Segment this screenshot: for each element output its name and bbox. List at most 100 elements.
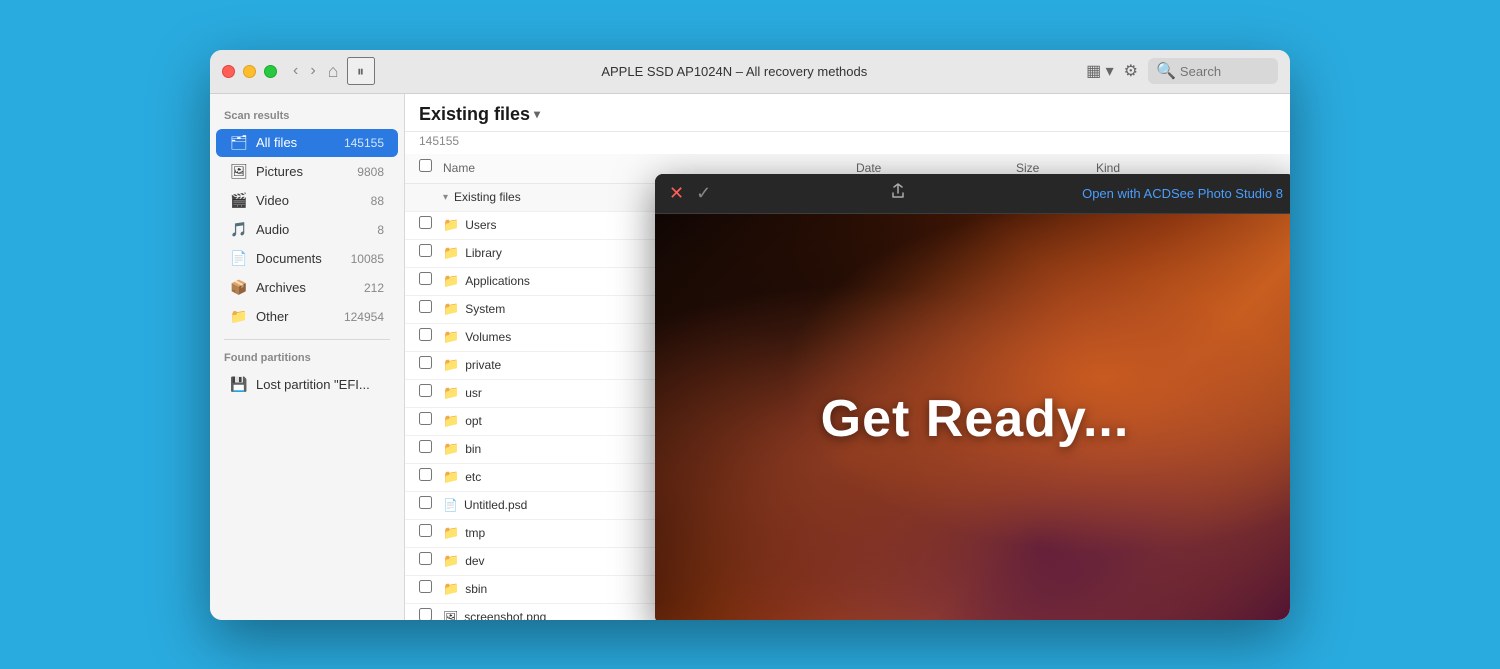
preview-close-button[interactable]: ✕ bbox=[667, 182, 686, 204]
folder-icon: 📁 bbox=[443, 273, 459, 289]
preview-text: Get Ready... bbox=[821, 389, 1130, 449]
col-name-header: Name bbox=[443, 161, 856, 175]
row-checkbox[interactable] bbox=[419, 552, 432, 565]
filter-button[interactable]: ⚙ bbox=[1124, 61, 1138, 81]
row-checkbox[interactable] bbox=[419, 580, 432, 593]
select-all-checkbox[interactable] bbox=[419, 159, 432, 172]
png-icon: 🖼 bbox=[443, 610, 458, 620]
titlebar-right: ▦ ▾ ⚙ 🔍 bbox=[1086, 58, 1278, 84]
row-checkbox[interactable] bbox=[419, 300, 432, 313]
preview-open-button[interactable]: Open with ACDSee Photo Studio 8 bbox=[1082, 186, 1283, 201]
folder-icon: 📁 bbox=[443, 217, 459, 233]
folder-icon: 📁 bbox=[443, 385, 459, 401]
sidebar-item-all-files[interactable]: 🗂 All files 145155 bbox=[216, 129, 398, 157]
preview-overlay: ✕ ✓ Open with ACDSee Photo Studio 8 Get … bbox=[655, 174, 1290, 620]
search-input[interactable] bbox=[1180, 64, 1270, 79]
row-checkbox[interactable] bbox=[419, 356, 432, 369]
video-icon: 🎬 bbox=[230, 192, 248, 210]
sidebar-item-label: Pictures bbox=[256, 164, 349, 179]
row-checkbox[interactable] bbox=[419, 608, 432, 620]
row-checkbox[interactable] bbox=[419, 244, 432, 257]
sidebar-item-label: Other bbox=[256, 309, 336, 324]
documents-icon: 📄 bbox=[230, 250, 248, 268]
sidebar-item-lost-partition[interactable]: 💾 Lost partition "EFI... bbox=[216, 371, 398, 399]
view-button[interactable]: ▦ ▾ bbox=[1086, 61, 1114, 81]
psd-icon: 📄 bbox=[443, 498, 458, 512]
col-date-header: Date bbox=[856, 161, 1016, 175]
sidebar-item-archives[interactable]: 📦 Archives 212 bbox=[216, 274, 398, 302]
sidebar-item-count: 145155 bbox=[344, 136, 384, 150]
maximize-button[interactable] bbox=[264, 65, 277, 78]
pause-button[interactable]: ⏸ bbox=[347, 57, 375, 85]
col-kind-header: Kind bbox=[1096, 161, 1276, 175]
sidebar-item-label: All files bbox=[256, 135, 336, 150]
table-container: Name Date Size Kind ▾ Existing files bbox=[405, 154, 1290, 620]
scan-results-title: Scan results bbox=[210, 106, 404, 128]
audio-icon: 🎵 bbox=[230, 221, 248, 239]
sidebar-item-label: Lost partition "EFI... bbox=[256, 377, 384, 392]
sidebar-item-documents[interactable]: 📄 Documents 10085 bbox=[216, 245, 398, 273]
row-checkbox[interactable] bbox=[419, 524, 432, 537]
row-checkbox[interactable] bbox=[419, 272, 432, 285]
row-checkbox[interactable] bbox=[419, 216, 432, 229]
content-subheader: 145155 bbox=[405, 132, 1290, 154]
sidebar-item-count: 10085 bbox=[351, 252, 384, 266]
chevron-down-icon: ▾ bbox=[534, 107, 540, 121]
window-title: APPLE SSD AP1024N – All recovery methods bbox=[383, 64, 1087, 79]
row-checkbox[interactable] bbox=[419, 412, 432, 425]
minimize-button[interactable] bbox=[243, 65, 256, 78]
folder-icon: 📁 bbox=[443, 581, 459, 597]
sidebar-item-label: Archives bbox=[256, 280, 356, 295]
expand-icon[interactable]: ▾ bbox=[443, 192, 448, 203]
sidebar-item-count: 9808 bbox=[357, 165, 384, 179]
folder-icon: 📁 bbox=[443, 413, 459, 429]
partition-icon: 💾 bbox=[230, 376, 248, 394]
row-checkbox[interactable] bbox=[419, 328, 432, 341]
files-dropdown[interactable]: Existing files ▾ bbox=[419, 104, 540, 125]
preview-share-button[interactable] bbox=[890, 183, 906, 204]
folder-icon: 📁 bbox=[443, 301, 459, 317]
main-content: Scan results 🗂 All files 145155 🖼 Pictur… bbox=[210, 94, 1290, 620]
sidebar-item-label: Video bbox=[256, 193, 363, 208]
folder-icon: 📁 bbox=[443, 469, 459, 485]
forward-button[interactable]: › bbox=[306, 60, 319, 82]
folder-icon: 📁 bbox=[443, 357, 459, 373]
other-icon: 📁 bbox=[230, 308, 248, 326]
all-files-icon: 🗂 bbox=[230, 134, 248, 152]
folder-icon: 📁 bbox=[443, 553, 459, 569]
back-button[interactable]: ‹ bbox=[289, 60, 302, 82]
row-checkbox[interactable] bbox=[419, 496, 432, 509]
sidebar-item-label: Documents bbox=[256, 251, 343, 266]
col-size-header: Size bbox=[1016, 161, 1096, 175]
row-checkbox[interactable] bbox=[419, 468, 432, 481]
content-area: Existing files ▾ 145155 Name Date Size K… bbox=[405, 94, 1290, 620]
close-button[interactable] bbox=[222, 65, 235, 78]
sidebar: Scan results 🗂 All files 145155 🖼 Pictur… bbox=[210, 94, 405, 620]
row-checkbox[interactable] bbox=[419, 440, 432, 453]
archives-icon: 📦 bbox=[230, 279, 248, 297]
nav-buttons: ‹ › bbox=[289, 60, 320, 82]
traffic-lights bbox=[222, 65, 277, 78]
sidebar-item-video[interactable]: 🎬 Video 88 bbox=[216, 187, 398, 215]
dropdown-label: Existing files bbox=[419, 104, 530, 125]
sidebar-item-count: 212 bbox=[364, 281, 384, 295]
sidebar-item-count: 8 bbox=[377, 223, 384, 237]
titlebar: ‹ › ⌂ ⏸ APPLE SSD AP1024N – All recovery… bbox=[210, 50, 1290, 94]
search-bar: 🔍 bbox=[1148, 58, 1278, 84]
sidebar-item-other[interactable]: 📁 Other 124954 bbox=[216, 303, 398, 331]
row-checkbox[interactable] bbox=[419, 384, 432, 397]
sidebar-item-audio[interactable]: 🎵 Audio 8 bbox=[216, 216, 398, 244]
preview-image-area: Get Ready... bbox=[655, 214, 1290, 620]
sidebar-item-pictures[interactable]: 🖼 Pictures 9808 bbox=[216, 158, 398, 186]
app-window: ‹ › ⌂ ⏸ APPLE SSD AP1024N – All recovery… bbox=[210, 50, 1290, 620]
found-partitions-title: Found partitions bbox=[210, 348, 404, 370]
folder-icon: 📁 bbox=[443, 245, 459, 261]
folder-icon: 📁 bbox=[443, 441, 459, 457]
total-count: 145155 bbox=[419, 134, 459, 148]
sidebar-item-count: 124954 bbox=[344, 310, 384, 324]
content-header: Existing files ▾ bbox=[405, 94, 1290, 132]
sidebar-item-label: Audio bbox=[256, 222, 369, 237]
preview-save-button[interactable]: ✓ bbox=[694, 182, 713, 204]
folder-icon: 📁 bbox=[443, 329, 459, 345]
home-button[interactable]: ⌂ bbox=[328, 61, 339, 82]
